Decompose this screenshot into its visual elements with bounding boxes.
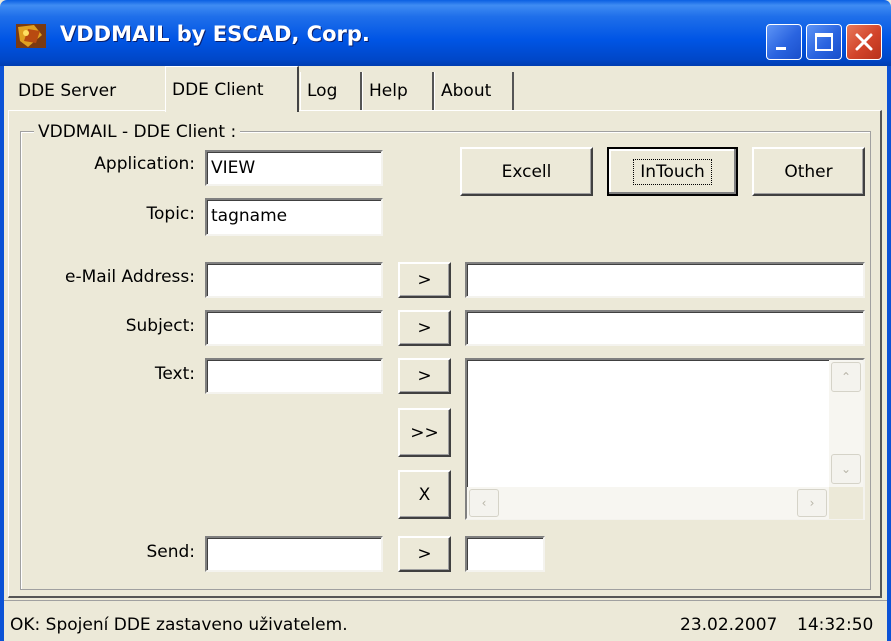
- send-button[interactable]: >: [398, 536, 451, 572]
- application-label: Application:: [94, 154, 195, 174]
- send-field[interactable]: [205, 536, 383, 572]
- other-button[interactable]: Other: [752, 147, 865, 196]
- send-label: Send:: [146, 542, 195, 562]
- topic-label: Topic:: [146, 204, 196, 224]
- status-date: 23.02.2007: [680, 615, 778, 635]
- intouch-button-label: InTouch: [633, 158, 712, 185]
- scroll-up-icon[interactable]: ⌃: [831, 362, 861, 392]
- tab-log[interactable]: Log: [300, 72, 362, 110]
- application-field[interactable]: VIEW: [205, 150, 383, 186]
- text-clear-button[interactable]: X: [398, 470, 451, 519]
- status-message: OK: Spojení DDE zastaveno uživatelem.: [10, 615, 348, 635]
- status-time: 14:32:50: [797, 615, 874, 635]
- window-title: VDDMAIL by ESCAD, Corp.: [60, 22, 370, 46]
- subject-output-field[interactable]: [465, 310, 865, 346]
- horizontal-scrollbar[interactable]: [467, 487, 829, 519]
- maximize-button[interactable]: [806, 24, 842, 60]
- send-output-field[interactable]: [465, 536, 545, 572]
- scroll-corner: [829, 487, 863, 519]
- close-button[interactable]: [846, 24, 882, 60]
- subject-field[interactable]: [205, 310, 383, 346]
- email-label: e-Mail Address:: [65, 267, 195, 287]
- text-insert-button[interactable]: >: [398, 358, 451, 394]
- intouch-button[interactable]: InTouch: [607, 147, 738, 196]
- close-icon: [855, 33, 873, 51]
- text-field[interactable]: [205, 358, 383, 394]
- scroll-down-icon[interactable]: ⌄: [831, 454, 861, 484]
- subject-label: Subject:: [125, 316, 195, 336]
- maximize-icon: [815, 33, 833, 51]
- tab-about[interactable]: About: [434, 72, 514, 110]
- tab-dde-client[interactable]: DDE Client: [165, 66, 299, 112]
- minimize-button[interactable]: [766, 24, 802, 60]
- email-output-field[interactable]: [465, 262, 865, 298]
- group-title: VDDMAIL - DDE Client :: [34, 121, 241, 143]
- scroll-left-icon[interactable]: ‹: [469, 489, 499, 517]
- scroll-right-icon[interactable]: ›: [797, 489, 827, 517]
- email-field[interactable]: [205, 262, 383, 298]
- topic-field[interactable]: tagname: [205, 198, 383, 236]
- tab-help[interactable]: Help: [362, 72, 434, 110]
- excel-button[interactable]: Excell: [460, 147, 593, 196]
- subject-insert-button[interactable]: >: [398, 310, 451, 346]
- minimize-icon: [776, 47, 786, 50]
- text-append-button[interactable]: >>: [398, 408, 451, 457]
- email-insert-button[interactable]: >: [398, 262, 451, 298]
- tab-dde-server[interactable]: DDE Server: [12, 72, 162, 110]
- app-icon: [16, 24, 46, 48]
- text-label: Text:: [154, 364, 195, 384]
